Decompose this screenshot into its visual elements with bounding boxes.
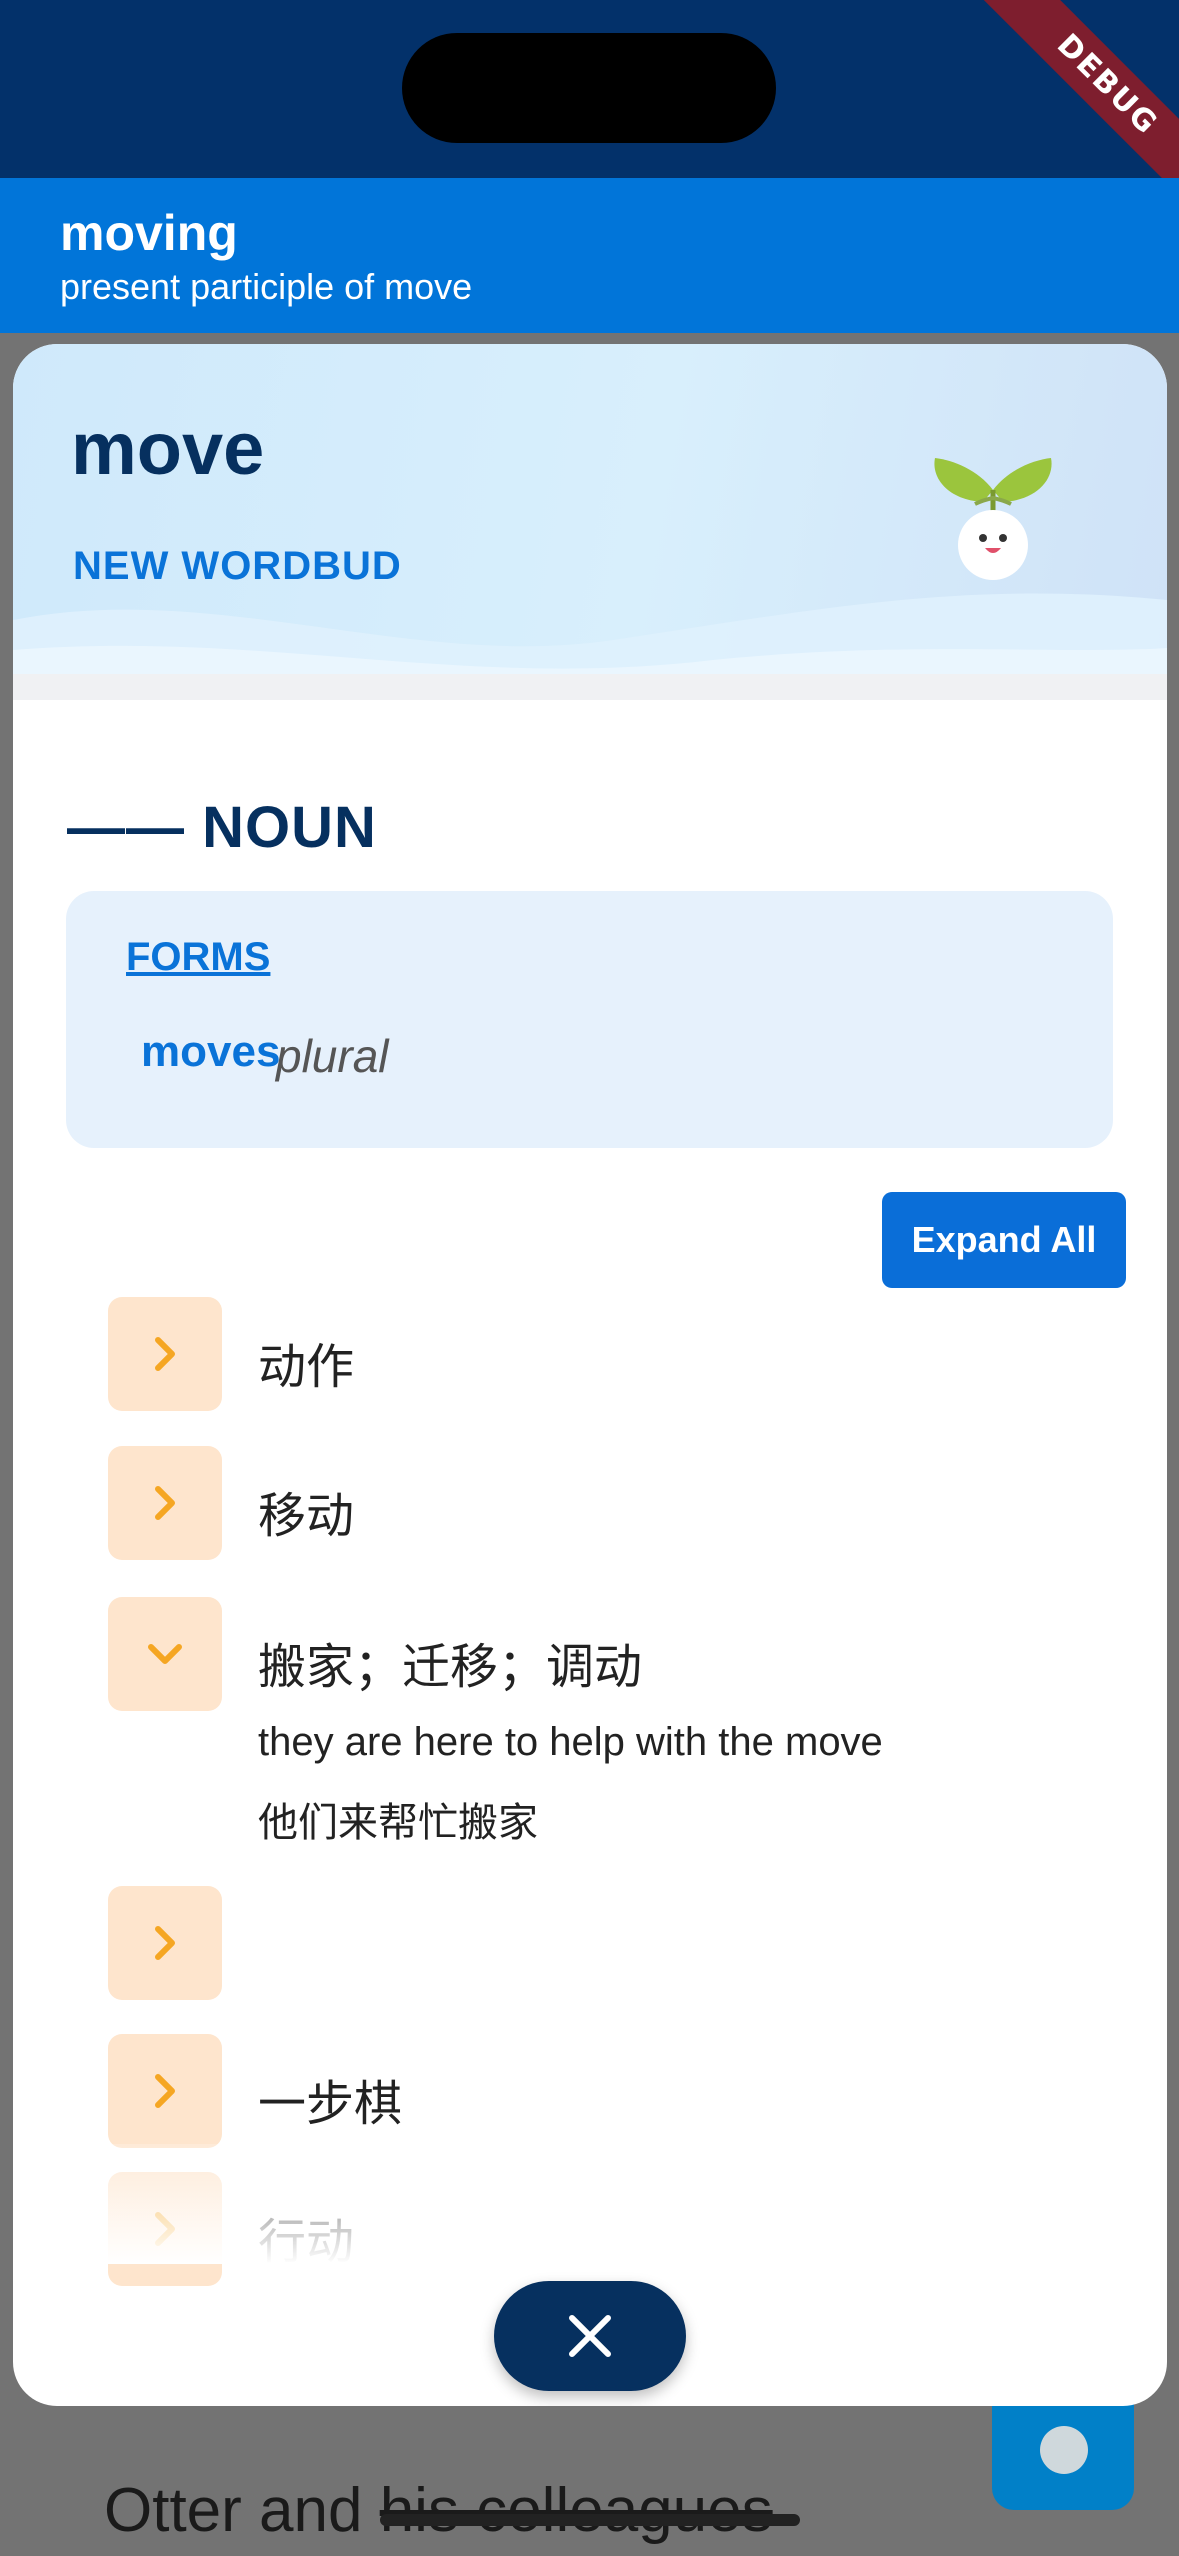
form-word-moves[interactable]: moves <box>141 1027 280 1077</box>
background-text-plain: Otter and <box>104 2476 380 2545</box>
sense-meaning: 移动 <box>258 1490 355 1543</box>
expand-all-button[interactable]: Expand All <box>882 1192 1126 1288</box>
form-type-label: plural <box>276 1030 389 1082</box>
chevron-right-icon <box>155 1337 175 1371</box>
header-divider-strip <box>13 674 1167 700</box>
sense-meaning: 搬家；迁移；调动 <box>258 1641 643 1694</box>
sense-meaning: 动作 <box>258 1341 355 1394</box>
headword: move <box>71 407 265 490</box>
part-of-speech-heading: —— NOUN <box>67 795 377 860</box>
sense-toggle-button[interactable] <box>108 1297 222 1411</box>
sense-meaning: 一步棋 <box>258 2078 403 2131</box>
app-bar-title: moving <box>60 205 238 261</box>
forms-label[interactable]: FORMS <box>126 935 270 980</box>
dynamic-island <box>402 33 776 143</box>
new-wordbud-badge: NEW WORDBUD <box>73 544 402 588</box>
forms-panel: FORMS moves plural <box>66 891 1113 1148</box>
word-detail-sheet: move NEW WORDBUD —— NOUN FORMS moves plu… <box>13 344 1167 2406</box>
chevron-down-icon <box>148 1644 182 1664</box>
chevron-right-icon <box>155 1926 175 1960</box>
app-bar-subtitle: present participle of move <box>60 266 473 307</box>
close-button[interactable] <box>494 2281 686 2391</box>
list-fade-overlay <box>13 2144 1167 2264</box>
chevron-right-icon <box>155 1486 175 1520</box>
home-indicator[interactable] <box>380 2514 800 2526</box>
example-sentence-en: they are here to help with the move <box>258 1720 883 1764</box>
background-mascot-face-icon <box>1040 2426 1088 2474</box>
app-bar: moving present participle of move <box>0 178 1179 333</box>
sprout-mascot-icon <box>934 458 1052 580</box>
background-text-struck: his colleagues <box>379 2476 773 2545</box>
example-sentence-zh: 他们来帮忙搬家 <box>258 1801 538 1845</box>
sense-toggle-button[interactable] <box>108 1446 222 1560</box>
chevron-right-icon <box>155 2074 175 2108</box>
close-icon <box>569 2315 611 2357</box>
sense-toggle-button[interactable] <box>108 1886 222 2000</box>
debug-banner: DEBUG <box>979 0 1179 200</box>
sense-toggle-button[interactable] <box>108 1597 222 1711</box>
word-header: move NEW WORDBUD <box>13 344 1167 700</box>
background-text: Otter and his colleagues <box>104 2475 773 2546</box>
sense-toggle-button[interactable] <box>108 2034 222 2148</box>
debug-banner-label: DEBUG <box>981 0 1179 200</box>
